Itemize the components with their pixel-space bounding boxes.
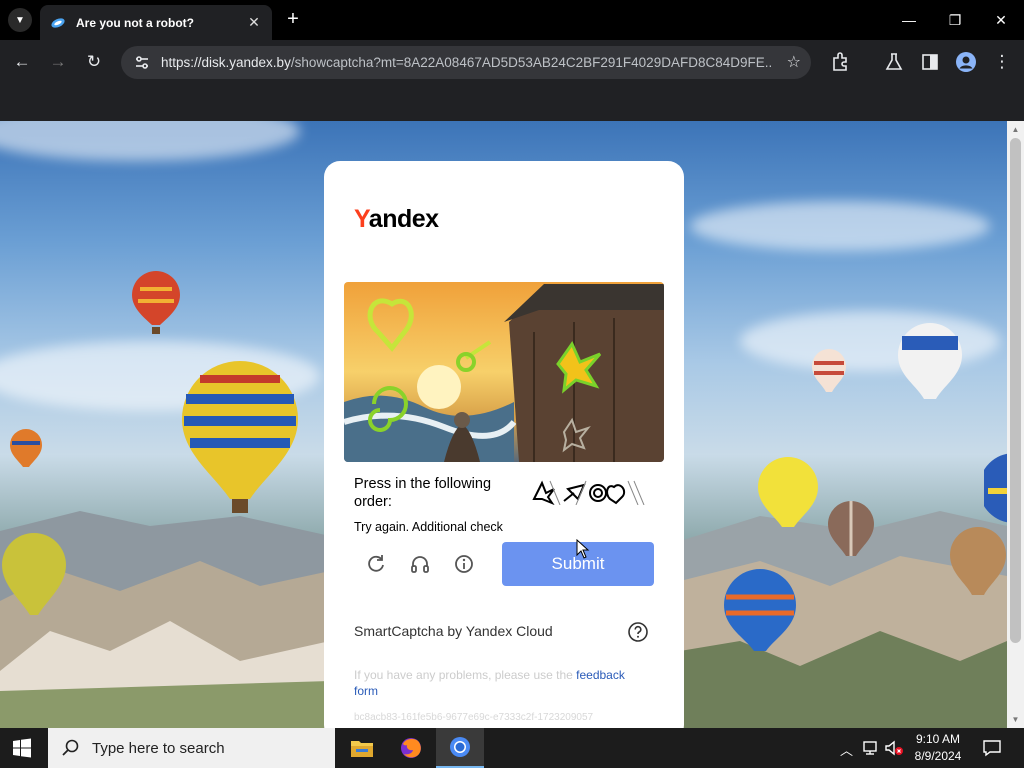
scroll-up-icon[interactable]: ▲ [1007,121,1024,138]
hot-air-balloon [132,271,180,334]
logo-rest: andex [368,205,439,233]
extensions-icon[interactable] [829,50,853,74]
active-tab[interactable]: Are you not a robot? ✕ [40,5,272,40]
clock-time: 9:10 AM [915,732,961,746]
notification-center-icon[interactable] [982,738,1002,758]
system-clock[interactable]: 9:10 AM 8/9/2024 [906,731,970,765]
url-path: /showcaptcha?mt=8A22A08467AD5D53AB24C2BF… [290,55,773,70]
taskbar-file-explorer[interactable] [338,728,386,768]
captcha-card: Yandex Press in the following order: Try… [324,161,684,741]
firefox-icon [401,738,421,758]
request-token: bc8acb83-161fe5b6-9677e69c-e7333c2f-1723… [354,712,594,723]
help-question-icon[interactable] [627,621,649,643]
forward-icon[interactable]: → [46,50,70,74]
hot-air-balloon [984,453,1007,523]
tab-title: Are you not a robot? [76,15,194,30]
captcha-challenge-image[interactable] [344,282,664,462]
taskbar-search-box[interactable]: Type here to search [48,728,335,768]
search-placeholder: Type here to search [92,739,225,757]
address-bar[interactable]: https://disk.yandex.by/showcaptcha?mt=8A… [121,46,811,79]
site-info-icon[interactable] [133,54,151,72]
hot-air-balloon [898,323,962,399]
hot-air-balloon [2,533,66,615]
menu-kebab-icon[interactable]: ⋮ [990,50,1014,74]
network-icon[interactable] [862,740,880,756]
tray-chevron-up-icon[interactable]: ︿ [840,740,853,759]
bookmark-star-icon[interactable]: ☆ [787,52,801,72]
file-explorer-icon [351,741,373,757]
hot-air-balloon [812,349,846,392]
hot-air-balloon [182,361,298,513]
scroll-down-icon[interactable]: ▼ [1007,711,1024,728]
audio-headphones-icon[interactable] [409,553,431,575]
profile-avatar-icon[interactable] [954,50,978,74]
chrome-icon [450,737,470,757]
scrollbar-thumb[interactable] [1010,138,1021,643]
windows-start-icon[interactable] [12,738,32,758]
info-icon[interactable] [453,553,475,575]
refresh-icon[interactable] [365,553,387,575]
url-host: https://disk.yandex.by [161,55,291,70]
hot-air-balloon [758,457,818,527]
tab-strip: ▼ Are you not a robot? ✕ + — ❐ ✕ [0,0,1024,40]
new-tab-button[interactable]: + [282,8,304,30]
volume-muted-icon[interactable] [884,740,904,756]
hot-air-balloon [828,501,874,556]
cloud [0,121,300,161]
cloud [690,201,990,251]
side-panel-icon[interactable] [918,50,942,74]
browser-toolbar: ← → ↻ https://disk.yandex.by/showcaptcha… [0,40,1024,85]
taskbar: Type here to search ︿ 9:10 AM 8/9/2024 [0,728,1024,768]
hot-air-balloon [724,569,796,651]
problems-text: If you have any problems, please use the [354,668,577,682]
hot-air-balloon [10,429,42,467]
close-window-button[interactable]: ✕ [989,8,1013,32]
search-icon [62,739,79,756]
url-text[interactable]: https://disk.yandex.by/showcaptcha?mt=8A… [161,55,773,70]
smartcaptcha-brand: SmartCaptcha by Yandex Cloud [354,623,553,639]
captcha-error-message: Try again. Additional check [354,520,503,534]
clock-date: 8/9/2024 [914,749,962,763]
minimize-button[interactable]: — [897,8,921,32]
captcha-instruction: Press in the following order: [354,476,492,510]
captcha-order-hint-image [532,480,645,505]
back-icon[interactable]: ← [10,50,34,74]
tab-close-icon[interactable]: ✕ [246,14,262,31]
restore-button[interactable]: ❐ [943,8,967,32]
bookmarks-bar [0,85,1024,121]
yandex-logo: Yandex [354,205,439,234]
taskbar-chrome[interactable] [436,728,484,768]
tab-search-button[interactable]: ▼ [8,8,32,32]
logo-y: Y [354,205,369,233]
yandex-disk-favicon-icon [51,17,65,28]
reload-icon[interactable]: ↻ [82,50,106,74]
mouse-cursor-icon [576,539,590,559]
hot-air-balloon [950,527,1006,595]
problems-notice: If you have any problems, please use the… [354,667,644,699]
taskbar-firefox[interactable] [387,728,435,768]
labs-flask-icon[interactable] [882,50,906,74]
